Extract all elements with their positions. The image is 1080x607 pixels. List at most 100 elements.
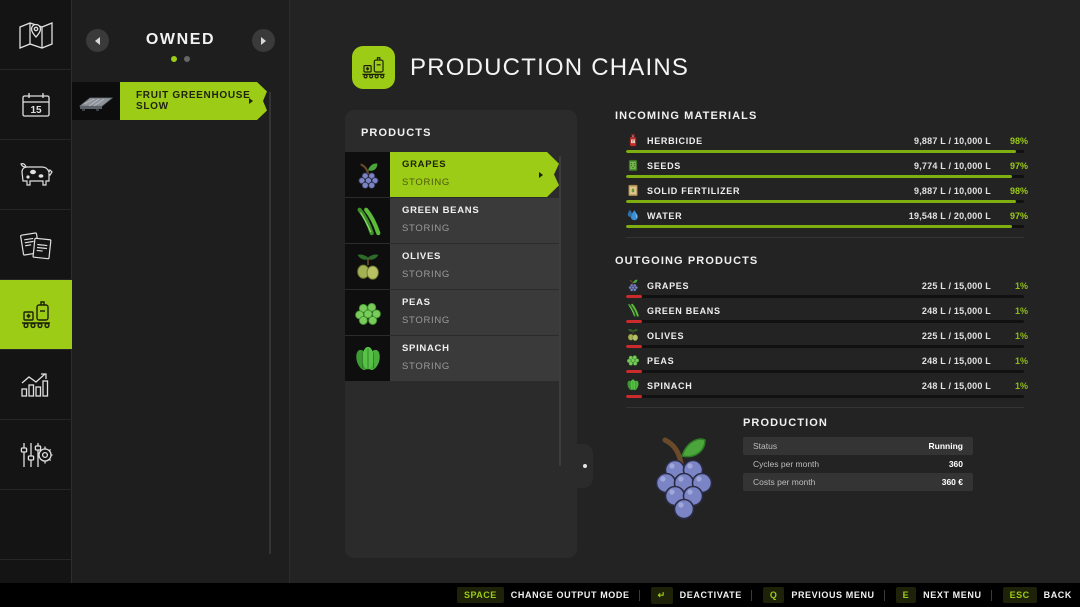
production-chains-screen: 15 OWNED FRUIT GREENHOUSE SLOW PRODUCTIO… bbox=[0, 0, 1080, 607]
factory-icon bbox=[362, 56, 385, 78]
outgoing-product-progress-track bbox=[626, 370, 1024, 373]
products-scrollbar[interactable] bbox=[559, 156, 561, 466]
outgoing-product-amount: 225 L / 15,000 L bbox=[921, 331, 991, 341]
hint-label: NEXT MENU bbox=[923, 590, 982, 600]
outgoing-product-row[interactable]: SPINACH 248 L / 15,000 L 1% bbox=[615, 376, 1035, 401]
products-expand-button[interactable] bbox=[577, 444, 593, 488]
outgoing-product-name: PEAS bbox=[647, 356, 675, 366]
hint-separator bbox=[990, 589, 992, 601]
fertilizer-icon bbox=[626, 183, 640, 199]
product-list-item[interactable]: SPINACH STORING bbox=[345, 336, 577, 381]
sidebar-spacer bbox=[0, 490, 71, 560]
owned-next-button[interactable] bbox=[252, 29, 275, 52]
outgoing-product-progress-fill bbox=[626, 370, 642, 373]
hint-label: CHANGE OUTPUT MODE bbox=[510, 590, 630, 600]
peas-icon bbox=[626, 353, 640, 369]
product-body: GREEN BEANS STORING bbox=[390, 198, 559, 243]
map-icon bbox=[19, 21, 53, 49]
product-status: STORING bbox=[402, 361, 451, 372]
incoming-material-row[interactable]: SEEDS 9,774 L / 10,000 L 97% bbox=[615, 156, 1035, 181]
incoming-material-name: WATER bbox=[647, 211, 683, 221]
incoming-material-amount: 9,774 L / 10,000 L bbox=[914, 161, 991, 171]
products-card: PRODUCTS GRAPES STORING GREEN BEANS STORING… bbox=[345, 110, 593, 558]
product-list-item[interactable]: PEAS STORING bbox=[345, 290, 577, 335]
sidebar-item-contracts[interactable] bbox=[0, 210, 72, 280]
product-list-item[interactable]: GREEN BEANS STORING bbox=[345, 198, 577, 243]
incoming-material-row[interactable]: HERBICIDE 9,887 L / 10,000 L 98% bbox=[615, 131, 1035, 156]
page-factory-icon bbox=[352, 46, 395, 89]
hint-group[interactable]: ↵ DEACTIVATE bbox=[650, 586, 742, 604]
outgoing-product-percent: 1% bbox=[1014, 281, 1028, 291]
incoming-material-progress-fill bbox=[626, 200, 1017, 203]
production-detail-value: 360 bbox=[948, 459, 963, 469]
product-name: SPINACH bbox=[402, 343, 450, 354]
hint-separator bbox=[883, 589, 885, 601]
hint-group[interactable]: ESC BACK bbox=[1002, 587, 1072, 603]
hint-group[interactable]: E NEXT MENU bbox=[895, 587, 982, 603]
chevron-right-icon bbox=[261, 36, 266, 45]
outgoing-product-row[interactable]: GREEN BEANS 248 L / 15,000 L 1% bbox=[615, 301, 1035, 326]
product-list-item[interactable]: GRAPES STORING bbox=[345, 152, 577, 197]
outgoing-product-row[interactable]: PEAS 248 L / 15,000 L 1% bbox=[615, 351, 1035, 376]
hint-key: E bbox=[895, 587, 917, 603]
incoming-material-amount: 9,887 L / 10,000 L bbox=[914, 186, 991, 196]
incoming-material-percent: 98% bbox=[1009, 186, 1028, 196]
outgoing-title: OUTGOING PRODUCTS bbox=[615, 255, 759, 267]
product-name: PEAS bbox=[402, 297, 431, 308]
incoming-material-progress-fill bbox=[626, 175, 1013, 178]
outgoing-product-row[interactable]: GRAPES 225 L / 15,000 L 1% bbox=[615, 276, 1035, 301]
page-dot[interactable] bbox=[171, 56, 177, 62]
outgoing-product-name: SPINACH bbox=[647, 381, 693, 391]
documents-icon bbox=[20, 231, 52, 259]
page-dot[interactable] bbox=[184, 56, 190, 62]
outgoing-product-amount: 225 L / 15,000 L bbox=[921, 281, 991, 291]
incoming-material-progress-track bbox=[626, 225, 1024, 228]
hint-key: ESC bbox=[1002, 587, 1037, 603]
incoming-material-row[interactable]: SOLID FERTILIZER 9,887 L / 10,000 L 98% bbox=[615, 181, 1035, 206]
sidebar-item-map[interactable] bbox=[0, 0, 72, 70]
hint-group[interactable]: SPACE CHANGE OUTPUT MODE bbox=[456, 587, 630, 603]
product-name: GRAPES bbox=[402, 159, 447, 170]
chart-icon bbox=[21, 372, 49, 397]
hint-label: DEACTIVATE bbox=[679, 590, 742, 600]
spinach-icon bbox=[355, 346, 380, 370]
owned-scrollbar[interactable] bbox=[269, 92, 271, 554]
outgoing-product-percent: 1% bbox=[1014, 331, 1028, 341]
sidebar-item-production[interactable] bbox=[0, 280, 81, 350]
incoming-material-progress-track bbox=[626, 200, 1024, 203]
production-detail-value: 360 € bbox=[941, 477, 963, 487]
hint-group[interactable]: Q PREVIOUS MENU bbox=[762, 587, 875, 603]
olives-icon bbox=[356, 253, 379, 280]
sidebar-item-settings[interactable] bbox=[0, 420, 72, 490]
outgoing-product-progress-fill bbox=[626, 320, 642, 323]
olives-icon bbox=[626, 328, 640, 344]
product-thumbnail bbox=[345, 152, 390, 197]
factory-icon bbox=[22, 300, 50, 328]
sliders-gear-icon bbox=[20, 442, 53, 467]
calendar-icon: 15 bbox=[22, 92, 50, 117]
product-list-item[interactable]: OLIVES STORING bbox=[345, 244, 577, 289]
outgoing-product-progress-fill bbox=[626, 395, 642, 398]
product-status: STORING bbox=[402, 223, 451, 234]
bottom-hint-bar: SPACE CHANGE OUTPUT MODE ↵ DEACTIVATE Q PREVI… bbox=[0, 583, 1080, 607]
sidebar-item-calendar[interactable]: 15 bbox=[0, 70, 72, 140]
sidebar-item-animals[interactable] bbox=[0, 140, 72, 210]
herbicide-icon bbox=[629, 133, 637, 147]
grapes-illustration bbox=[637, 423, 732, 523]
product-status: STORING bbox=[402, 269, 451, 280]
products-list: GRAPES STORING GREEN BEANS STORING OLIVES STO… bbox=[345, 152, 577, 381]
outgoing-product-row[interactable]: OLIVES 225 L / 15,000 L 1% bbox=[615, 326, 1035, 351]
incoming-material-amount: 9,887 L / 10,000 L bbox=[914, 136, 991, 146]
sidebar-item-statistics[interactable] bbox=[0, 350, 72, 420]
water-icon bbox=[627, 209, 638, 221]
production-detail-key: Cycles per month bbox=[753, 459, 820, 469]
outgoing-product-progress-track bbox=[626, 345, 1024, 348]
incoming-materials-list: HERBICIDE 9,887 L / 10,000 L 98% SEEDS 9,774… bbox=[615, 131, 1035, 231]
owned-list-item[interactable]: FRUIT GREENHOUSE SLOW bbox=[72, 82, 289, 120]
product-body: OLIVES STORING bbox=[390, 244, 559, 289]
section-divider bbox=[626, 237, 1024, 238]
main-content: PRODUCTION CHAINS PRODUCTS GRAPES STORING… bbox=[290, 0, 1080, 583]
product-thumbnail bbox=[345, 290, 390, 335]
cow-icon bbox=[20, 162, 53, 186]
incoming-material-row[interactable]: WATER 19,548 L / 20,000 L 97% bbox=[615, 206, 1035, 231]
